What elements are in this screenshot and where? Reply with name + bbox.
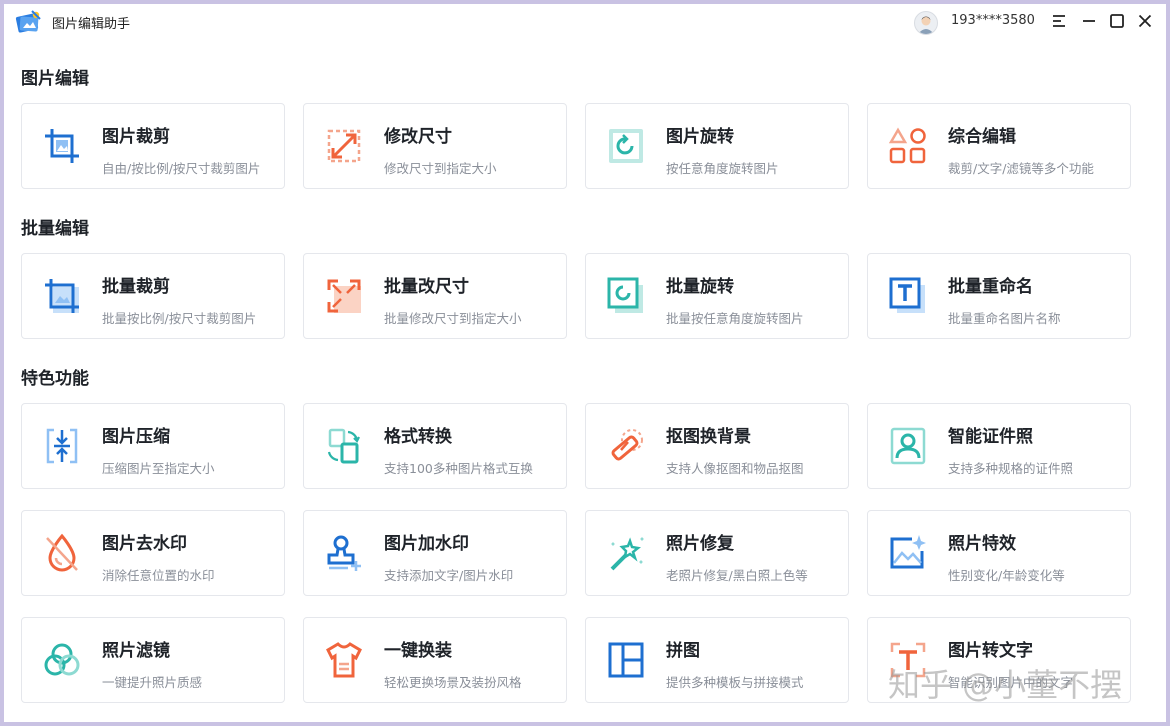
card-desc: 按任意角度旋转图片 [666, 161, 779, 176]
card-resize[interactable]: 修改尺寸 修改尺寸到指定大小 [303, 103, 567, 189]
card-rotate[interactable]: 图片旋转 按任意角度旋转图片 [585, 103, 849, 189]
card-desc: 裁剪/文字/滤镜等多个功能 [948, 161, 1094, 176]
eraser-icon [611, 429, 643, 461]
card-title: 智能证件照 [948, 427, 1033, 447]
batch-crop-icon [45, 279, 79, 313]
card-title: 图片旋转 [666, 127, 734, 147]
card-compress[interactable]: 图片压缩 压缩图片至指定大小 [21, 403, 285, 489]
card-batch-crop[interactable]: 批量裁剪 批量按比例/按尺寸裁剪图片 [21, 253, 285, 339]
card-title: 图片加水印 [384, 534, 469, 554]
card-title: 批量旋转 [666, 277, 734, 297]
title-bar: 图片编辑助手 193****3580 [4, 4, 1166, 40]
card-desc: 批量按比例/按尺寸裁剪图片 [102, 311, 257, 326]
card-title: 图片去水印 [102, 534, 187, 554]
card-title: 图片裁剪 [102, 127, 170, 147]
card-desc: 支持多种规格的证件照 [948, 461, 1074, 476]
card-id-photo[interactable]: 智能证件照 支持多种规格的证件照 [867, 403, 1131, 489]
magic-wand-icon [610, 537, 644, 571]
card-comprehensive-edit[interactable]: 综合编辑 裁剪/文字/滤镜等多个功能 [867, 103, 1131, 189]
card-desc: 性别变化/年龄变化等 [948, 568, 1065, 583]
card-photo-repair[interactable]: 照片修复 老照片修复/黑白照上色等 [585, 510, 849, 596]
card-title: 图片压缩 [102, 427, 170, 447]
card-title: 拼图 [666, 641, 700, 661]
card-title: 照片特效 [948, 534, 1016, 554]
tshirt-icon [326, 642, 362, 678]
card-outfit-change[interactable]: 一键换装 轻松更换场景及装扮风格 [303, 617, 567, 703]
card-desc: 批量按任意角度旋转图片 [666, 311, 804, 326]
card-cutout[interactable]: 抠图换背景 支持人像抠图和物品抠图 [585, 403, 849, 489]
card-title: 批量重命名 [948, 277, 1033, 297]
app-window: 图片编辑助手 193****3580 图片编辑 批量编辑 特色功能 图片裁剪 自… [4, 4, 1166, 722]
add-watermark-icon [327, 535, 361, 571]
card-desc: 一键提升照片质感 [102, 675, 203, 690]
card-desc: 消除任意位置的水印 [102, 568, 215, 583]
rename-icon [889, 277, 925, 313]
card-title: 批量改尺寸 [384, 277, 469, 297]
section-title-batch-edit: 批量编辑 [21, 219, 89, 239]
rotate-icon [609, 129, 643, 163]
id-photo-icon [890, 427, 926, 465]
collage-icon [608, 642, 644, 678]
card-desc: 批量重命名图片名称 [948, 311, 1061, 326]
card-title: 一键换装 [384, 641, 452, 661]
card-title: 格式转换 [384, 427, 452, 447]
card-desc: 支持100多种图片格式互换 [384, 461, 533, 476]
card-title: 综合编辑 [948, 127, 1016, 147]
card-batch-resize[interactable]: 批量改尺寸 批量修改尺寸到指定大小 [303, 253, 567, 339]
convert-icon [327, 428, 360, 464]
remove-watermark-icon [46, 533, 78, 572]
card-desc: 老照片修复/黑白照上色等 [666, 568, 808, 583]
card-desc: 修改尺寸到指定大小 [384, 161, 497, 176]
close-icon[interactable] [1136, 12, 1154, 30]
user-phone[interactable]: 193****3580 [951, 13, 1035, 28]
app-logo-icon [15, 10, 41, 33]
section-title-features: 特色功能 [21, 369, 89, 389]
section-title-image-edit: 图片编辑 [21, 69, 89, 89]
crop-icon [45, 129, 79, 163]
card-desc: 自由/按比例/按尺寸裁剪图片 [102, 161, 261, 176]
watermark-overlay: 知乎 @小董不摆 [888, 666, 1123, 704]
card-title: 抠图换背景 [666, 427, 751, 447]
filter-icon [44, 643, 80, 676]
card-title: 修改尺寸 [384, 127, 452, 147]
minimize-icon[interactable] [1080, 12, 1098, 30]
card-desc: 轻松更换场景及装扮风格 [384, 675, 522, 690]
app-title: 图片编辑助手 [52, 17, 131, 32]
card-batch-rename[interactable]: 批量重命名 批量重命名图片名称 [867, 253, 1131, 339]
compress-icon [46, 428, 78, 464]
card-desc: 批量修改尺寸到指定大小 [384, 311, 522, 326]
card-desc: 提供多种模板与拼接模式 [666, 675, 804, 690]
effect-icon [890, 535, 926, 569]
card-desc: 压缩图片至指定大小 [102, 461, 215, 476]
resize-icon [327, 129, 361, 163]
card-remove-watermark[interactable]: 图片去水印 消除任意位置的水印 [21, 510, 285, 596]
card-collage[interactable]: 拼图 提供多种模板与拼接模式 [585, 617, 849, 703]
menu-icon[interactable] [1050, 12, 1068, 30]
card-add-watermark[interactable]: 图片加水印 支持添加文字/图片水印 [303, 510, 567, 596]
card-batch-rotate[interactable]: 批量旋转 批量按任意角度旋转图片 [585, 253, 849, 339]
card-title: 图片转文字 [948, 641, 1033, 661]
card-desc: 支持人像抠图和物品抠图 [666, 461, 804, 476]
card-title: 照片滤镜 [102, 641, 170, 661]
batch-rotate-icon [607, 277, 643, 313]
shapes-icon [888, 127, 926, 164]
batch-resize-icon [327, 279, 361, 313]
card-photo-effect[interactable]: 照片特效 性别变化/年龄变化等 [867, 510, 1131, 596]
card-desc: 支持添加文字/图片水印 [384, 568, 514, 583]
maximize-icon[interactable] [1108, 12, 1126, 30]
card-image-crop[interactable]: 图片裁剪 自由/按比例/按尺寸裁剪图片 [21, 103, 285, 189]
card-photo-filter[interactable]: 照片滤镜 一键提升照片质感 [21, 617, 285, 703]
card-title: 批量裁剪 [102, 277, 170, 297]
card-title: 照片修复 [666, 534, 734, 554]
card-format-convert[interactable]: 格式转换 支持100多种图片格式互换 [303, 403, 567, 489]
user-icon [918, 16, 934, 34]
avatar[interactable] [914, 11, 938, 35]
